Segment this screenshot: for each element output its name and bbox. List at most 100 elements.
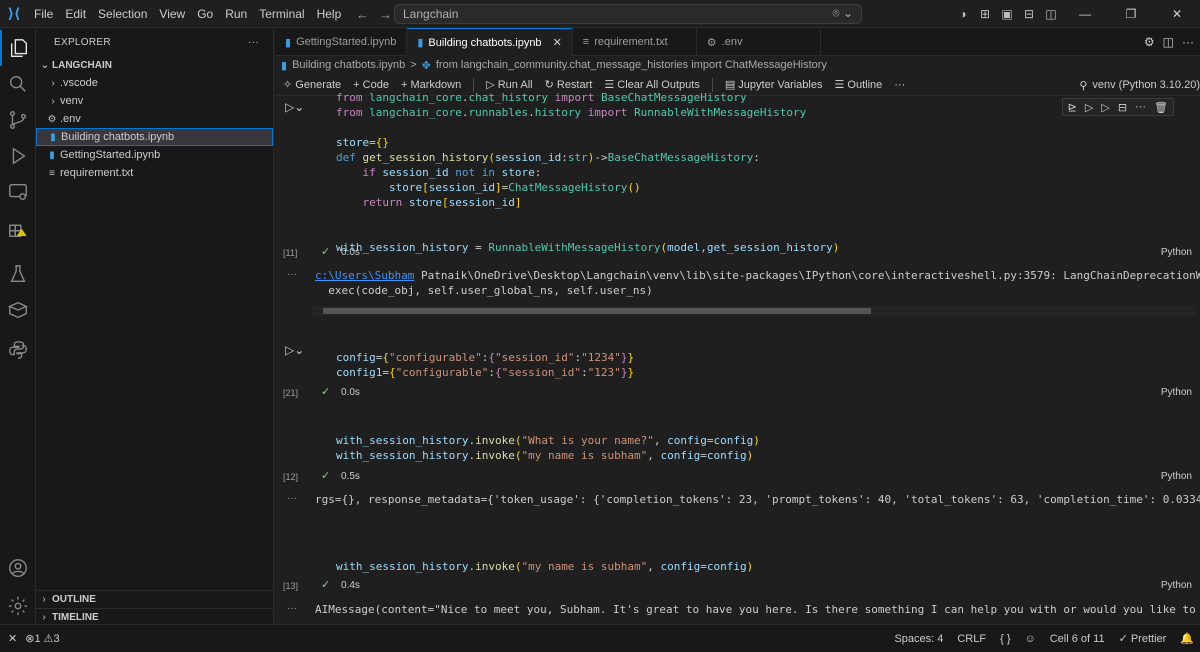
menu-view[interactable]: View xyxy=(153,0,191,28)
containers-icon[interactable] xyxy=(0,292,36,328)
status-left: ✕ ⊗1 ⚠3 xyxy=(0,632,60,645)
menu-terminal[interactable]: Terminal xyxy=(253,0,310,28)
tree-item-label: .vscode xyxy=(60,77,98,89)
cell-language[interactable]: Python xyxy=(1161,247,1192,258)
run-debug-icon[interactable] xyxy=(0,138,36,174)
execution-time: 0.5s xyxy=(341,471,360,482)
tab-env[interactable]: ⚙ .env xyxy=(697,28,821,56)
source-control-icon[interactable] xyxy=(0,102,36,138)
run-cell-icon[interactable]: ▷ xyxy=(1101,101,1109,114)
toggle-sidebar-icon[interactable]: ▣ xyxy=(996,7,1018,21)
more-actions-icon[interactable]: ··· xyxy=(1182,35,1194,49)
generate-label: Generate xyxy=(295,79,342,91)
output-path-link[interactable]: c:\Users\Subham xyxy=(315,269,414,282)
menu-file[interactable]: File xyxy=(28,0,59,28)
tree-item-env[interactable]: ⚙ .env xyxy=(36,110,273,128)
testing-flask-icon[interactable] xyxy=(0,256,36,292)
run-cell-button[interactable]: ▷⌄ xyxy=(285,100,304,114)
menu-go[interactable]: Go xyxy=(191,0,219,28)
back-arrow-icon[interactable]: ← xyxy=(356,7,369,22)
output-more-icon[interactable]: ··· xyxy=(287,493,297,504)
menu-edit[interactable]: Edit xyxy=(59,0,92,28)
tree-item-building-chatbots[interactable]: ▮ Building chatbots.ipynb xyxy=(36,128,273,146)
menu-help[interactable]: Help xyxy=(311,0,348,28)
close-tab-icon[interactable]: ✕ xyxy=(553,36,562,49)
forward-arrow-icon[interactable]: → xyxy=(379,7,392,22)
copilot-status-icon[interactable]: ☺ xyxy=(1025,633,1036,645)
tree-item-venv[interactable]: › venv xyxy=(36,92,273,110)
breadcrumb-symbol[interactable]: from langchain_community.chat_message_hi… xyxy=(436,59,827,71)
scrollbar-thumb[interactable] xyxy=(323,308,871,314)
breadcrumb-separator: > xyxy=(410,59,417,71)
cell-more-icon[interactable]: ··· xyxy=(1135,101,1146,113)
language-braces-status[interactable]: { } xyxy=(1000,633,1010,645)
explorer-more-icon[interactable]: ··· xyxy=(248,37,259,48)
explorer-icon[interactable] xyxy=(0,30,36,66)
customize-layout-icon[interactable]: ⊞ xyxy=(974,7,996,21)
code-cell-3[interactable]: with_session_history.invoke("What is you… xyxy=(336,433,760,463)
delete-cell-icon[interactable]: 🗑 xyxy=(1154,101,1168,114)
settings-gear-icon[interactable] xyxy=(0,588,36,624)
extensions-icon[interactable] xyxy=(0,210,36,246)
tab-label: Building chatbots.ipynb xyxy=(428,36,542,49)
menu-selection[interactable]: Selection xyxy=(92,0,153,28)
cell-language[interactable]: Python xyxy=(1161,387,1192,398)
tab-building-chatbots[interactable]: ▮ Building chatbots.ipynb ✕ xyxy=(407,28,573,56)
restore-icon[interactable]: ❐ xyxy=(1108,7,1154,21)
cell-position-status[interactable]: Cell 6 of 11 xyxy=(1050,633,1105,645)
workspace-folder[interactable]: ⌄ LANGCHAIN xyxy=(36,56,273,74)
tree-item-requirement[interactable]: ≡ requirement.txt xyxy=(36,164,273,182)
menu-bar: File Edit Selection View Go Run Terminal… xyxy=(28,0,347,28)
notebook-file-icon: ▮ xyxy=(49,149,55,161)
tree-item-getting-started[interactable]: ▮ GettingStarted.ipynb xyxy=(36,146,273,164)
execute-above-icon[interactable]: ⊵ xyxy=(1068,101,1077,114)
split-editor-icon[interactable]: ◫ xyxy=(1163,35,1174,49)
tab-getting-started[interactable]: ▮ GettingStarted.ipynb xyxy=(275,28,408,56)
breadcrumb-file[interactable]: Building chatbots.ipynb xyxy=(292,59,405,71)
cell-language[interactable]: Python xyxy=(1161,471,1192,482)
output-more-icon[interactable]: ··· xyxy=(287,603,297,614)
search-icon[interactable] xyxy=(0,66,36,102)
code-cell-2[interactable]: config={"configurable":{"session_id":"12… xyxy=(336,350,634,380)
cell-output-1: c:\Users\Subham Patnaik\OneDrive\Desktop… xyxy=(315,268,1200,298)
notebook-file-icon: ▮ xyxy=(417,37,424,49)
copilot-icon[interactable]: ⌾ ⌄ xyxy=(832,6,853,21)
settings-gear-icon[interactable]: ⚙ xyxy=(1144,35,1155,49)
add-code-button[interactable]: + Code xyxy=(353,79,389,91)
command-center[interactable]: Langchain ⌾ ⌄ xyxy=(394,4,862,24)
notifications-bell-icon[interactable]: 🔔 xyxy=(1180,632,1194,645)
output-scrollbar[interactable] xyxy=(311,306,1195,316)
account-icon[interactable] xyxy=(0,550,36,586)
output-more-icon[interactable]: ··· xyxy=(287,269,297,280)
accounts-icon[interactable]: ◑ xyxy=(952,7,974,21)
menu-run[interactable]: Run xyxy=(219,0,253,28)
output-text: Patnaik\OneDrive\Desktop\Langchain\venv\… xyxy=(414,269,1200,282)
remote-icon[interactable]: ✕ xyxy=(8,632,17,645)
toggle-panel-icon[interactable]: ⊟ xyxy=(1018,7,1040,21)
outline-section[interactable]: › OUTLINE xyxy=(36,590,274,608)
minimize-icon[interactable]: — xyxy=(1062,7,1108,21)
problems-indicator[interactable]: ⊗1 ⚠3 xyxy=(25,632,59,645)
python-icon[interactable] xyxy=(0,332,36,368)
toggle-secondary-sidebar-icon[interactable]: ◫ xyxy=(1040,7,1062,21)
indentation-status[interactable]: Spaces: 4 xyxy=(894,633,943,645)
execute-below-icon[interactable]: ▷ xyxy=(1085,101,1093,114)
add-markdown-button[interactable]: + Markdown xyxy=(401,79,461,91)
tab-requirement[interactable]: ≡ requirement.txt xyxy=(573,28,697,56)
generate-button[interactable]: ✧ Generate xyxy=(283,78,341,91)
remote-explorer-icon[interactable] xyxy=(0,174,36,210)
close-window-icon[interactable]: ✕ xyxy=(1154,7,1200,21)
outline-button[interactable]: ☰ Outline xyxy=(834,78,882,91)
code-cell-1[interactable]: from langchain_core.chat_history import … xyxy=(336,90,839,255)
code-cell-4[interactable]: with_session_history.invoke("my name is … xyxy=(336,559,753,574)
toolbar-more-icon[interactable]: ··· xyxy=(894,79,905,91)
tree-item-vscode[interactable]: › .vscode xyxy=(36,74,273,92)
prettier-status[interactable]: ✓ Prettier xyxy=(1119,632,1167,645)
tree-item-label: requirement.txt xyxy=(60,167,134,179)
split-cell-icon[interactable]: ⊟ xyxy=(1118,101,1127,114)
run-cell-button[interactable]: ▷⌄ xyxy=(285,343,304,357)
success-check-icon: ✓ xyxy=(321,246,331,258)
cell-language[interactable]: Python xyxy=(1161,580,1192,591)
eol-status[interactable]: CRLF xyxy=(957,633,986,645)
kernel-picker[interactable]: ⚲ venv (Python 3.10.20) xyxy=(1079,74,1200,96)
